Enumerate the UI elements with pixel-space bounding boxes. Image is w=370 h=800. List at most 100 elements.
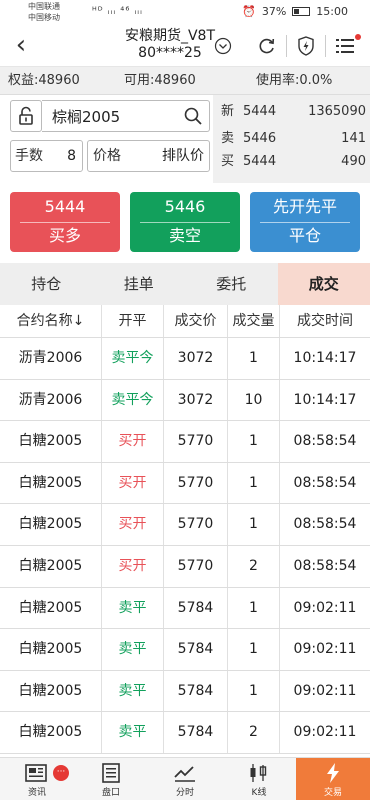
cell-price: 3072 <box>164 338 228 379</box>
nav-timeshare[interactable]: 分时 <box>148 758 222 800</box>
cell-time: 09:02:11 <box>293 724 357 741</box>
cell-contract: 白糖2005 <box>0 629 102 670</box>
lightning-icon <box>296 762 370 786</box>
quote-ask: 卖 5446 141 <box>221 128 366 150</box>
tab-orders[interactable]: 委托 <box>185 263 278 305</box>
cell-action: 卖平 <box>102 587 164 629</box>
available-funds: 可用:48960 <box>124 73 196 88</box>
quote-price: 5444 <box>243 104 277 119</box>
nav-orderbook[interactable]: 盘口 <box>74 758 148 800</box>
quote-volume: 141 <box>341 131 366 146</box>
bottom-nav: ··· 资讯 盘口 分时 K线 交易 <box>0 757 370 800</box>
cell-action: 买开 <box>102 462 164 504</box>
carrier-2: 中国移动 <box>28 13 60 22</box>
close-position-button[interactable]: 先开先平 平仓 <box>250 192 360 252</box>
tab-trades[interactable]: 成交 <box>277 263 370 305</box>
cell-action: 卖平 <box>102 629 164 670</box>
cell-qty: 2 <box>228 545 280 587</box>
nav-news[interactable]: ··· 资讯 <box>0 758 74 800</box>
cell-price: 5770 <box>164 545 228 587</box>
close-mode: 先开先平 <box>272 197 337 216</box>
table-row[interactable]: 白糖2005 买开 5770 2 08:58:54 <box>0 545 370 588</box>
cell-qty: 1 <box>228 587 280 629</box>
header-price: 成交价 <box>164 305 228 337</box>
table-row[interactable]: 白糖2005 卖平 5784 1 09:02:11 <box>0 670 370 713</box>
divider <box>20 222 110 223</box>
cell-action: 买开 <box>102 421 164 462</box>
quote-panel: 新 5444 1365090 卖 5446 141 买 5444 490 <box>213 95 370 183</box>
cell-price: 5770 <box>164 421 228 462</box>
cell-price: 5784 <box>164 670 228 712</box>
quote-volume: 490 <box>341 154 366 169</box>
cell-contract: 白糖2005 <box>0 670 102 712</box>
candlestick-icon <box>222 762 296 786</box>
close-label: 平仓 <box>288 226 321 245</box>
cell-contract: 沥青2006 <box>0 379 102 421</box>
cell-qty: 1 <box>228 670 280 712</box>
menu-icon[interactable] <box>330 33 361 59</box>
table-row[interactable]: 白糖2005 买开 5770 1 08:58:54 <box>0 421 370 463</box>
table-row[interactable]: 沥青2006 卖平今 3072 1 10:14:17 <box>0 338 370 380</box>
table-header: 合约名称↓ 开平 成交价 成交量 成交时间 <box>0 305 370 338</box>
sell-label: 卖空 <box>168 226 201 245</box>
quantity-input[interactable]: 手数 8 <box>10 140 83 172</box>
battery-icon <box>292 7 311 16</box>
quantity-label: 手数 <box>15 148 43 164</box>
contract-input[interactable]: 棕榈2005 <box>42 100 210 132</box>
table-row[interactable]: 白糖2005 卖平 5784 1 09:02:11 <box>0 629 370 671</box>
table-row[interactable]: 白糖2005 买开 5770 1 08:58:54 <box>0 504 370 546</box>
cell-contract: 白糖2005 <box>0 421 102 462</box>
buy-label: 买多 <box>48 226 81 245</box>
table-row[interactable]: 白糖2005 买开 5770 1 08:58:54 <box>0 462 370 505</box>
cell-action: 买开 <box>102 545 164 587</box>
shield-icon[interactable] <box>291 33 321 59</box>
line-chart-icon <box>148 762 222 786</box>
sell-short-button[interactable]: 5446 卖空 <box>130 192 240 252</box>
buy-price: 5444 <box>44 197 86 216</box>
buy-long-button[interactable]: 5444 买多 <box>10 192 120 252</box>
divider <box>260 222 350 223</box>
back-button[interactable]: ‹ <box>6 29 36 63</box>
chevron-down-icon[interactable] <box>208 33 238 59</box>
cell-contract: 白糖2005 <box>0 712 102 753</box>
table-row[interactable]: 白糖2005 卖平 5784 1 09:02:11 <box>0 587 370 630</box>
account-summary: 权益:48960 可用:48960 使用率:0.0% <box>0 67 370 95</box>
nav-label: 分时 <box>175 788 194 798</box>
tab-positions[interactable]: 持仓 <box>0 263 93 305</box>
carrier-info: 中国联通 中国移动 <box>28 1 60 23</box>
cell-contract: 白糖2005 <box>0 545 102 587</box>
cell-contract: 白糖2005 <box>0 587 102 629</box>
header-contract[interactable]: 合约名称↓ <box>0 305 102 337</box>
cell-action: 买开 <box>102 504 164 545</box>
table-row[interactable]: 白糖2005 卖平 5784 2 09:02:11 <box>0 712 370 754</box>
battery-percent: 37% <box>261 5 287 18</box>
price-label: 价格 <box>93 148 121 164</box>
equity: 权益:48960 <box>8 73 80 88</box>
quote-bid: 买 5444 490 <box>221 151 366 173</box>
tab-pending-orders[interactable]: 挂单 <box>93 263 186 305</box>
quote-label: 卖 <box>221 131 235 146</box>
alarm-icon: ⏰ <box>242 5 256 18</box>
nav-trade[interactable]: 交易 <box>296 758 370 800</box>
nav-kline[interactable]: K线 <box>222 758 296 800</box>
divider <box>325 35 326 57</box>
price-value: 排队价 <box>162 148 204 164</box>
cell-time: 08:58:54 <box>293 516 357 533</box>
header-time: 成交时间 <box>297 313 353 329</box>
table-row[interactable]: 沥青2006 卖平今 3072 10 10:14:17 <box>0 379 370 422</box>
refresh-icon[interactable] <box>252 33 282 59</box>
title-actions <box>208 33 361 59</box>
cell-price: 3072 <box>164 379 228 421</box>
cell-contract: 沥青2006 <box>0 338 102 379</box>
cell-contract: 白糖2005 <box>0 504 102 545</box>
search-icon[interactable] <box>183 106 203 130</box>
nav-label: 盘口 <box>101 788 120 798</box>
price-input[interactable]: 价格 排队价 <box>87 140 210 172</box>
clock: 15:00 <box>316 5 348 18</box>
lock-button[interactable] <box>10 100 42 132</box>
quantity-value: 8 <box>67 148 76 164</box>
order-panel: 棕榈2005 手数 8 价格 排队价 新 5444 1365090 卖 5446… <box>0 95 370 183</box>
cell-time: 09:02:11 <box>293 682 357 699</box>
carrier-1: 中国联通 <box>28 2 60 11</box>
cell-time: 10:14:17 <box>293 350 357 366</box>
